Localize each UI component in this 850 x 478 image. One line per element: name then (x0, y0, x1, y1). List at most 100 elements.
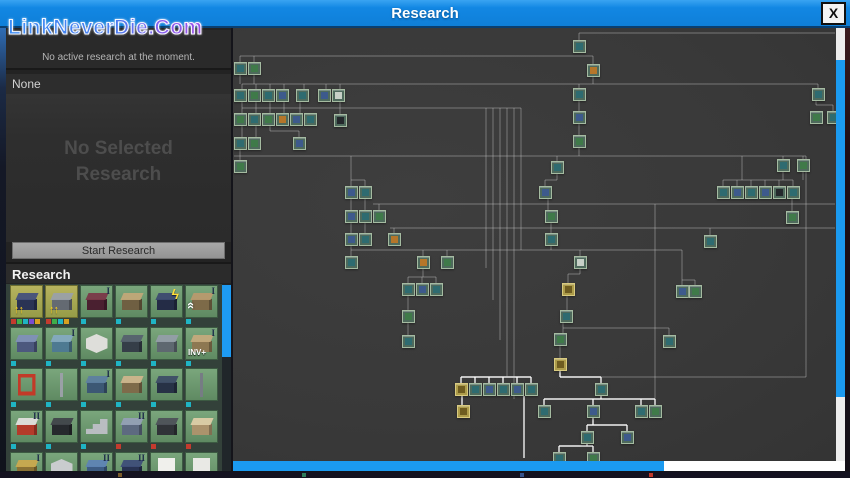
research-tile[interactable] (80, 410, 113, 443)
tech-node[interactable] (345, 210, 358, 223)
tech-node[interactable] (455, 383, 468, 396)
tech-node[interactable] (402, 310, 415, 323)
research-tile[interactable]: I (80, 285, 113, 318)
tech-node[interactable] (457, 405, 470, 418)
tech-node[interactable] (587, 64, 600, 77)
tech-node[interactable] (345, 256, 358, 269)
research-tile[interactable]: I (45, 327, 78, 360)
tech-node[interactable] (525, 383, 538, 396)
tech-node[interactable] (296, 89, 309, 102)
tree-vertical-scroll-thumb[interactable] (836, 60, 845, 397)
research-tile[interactable] (45, 368, 78, 401)
research-grid-scroll-thumb[interactable] (222, 285, 231, 357)
tech-node[interactable] (689, 285, 702, 298)
tech-node[interactable] (469, 383, 482, 396)
start-research-button[interactable]: Start Research (12, 242, 225, 259)
tech-node[interactable] (560, 310, 573, 323)
tech-node[interactable] (483, 383, 496, 396)
tech-node[interactable] (248, 89, 261, 102)
tech-node[interactable] (318, 89, 331, 102)
tech-node[interactable] (359, 233, 372, 246)
tech-node[interactable] (262, 113, 275, 126)
tech-node[interactable] (402, 335, 415, 348)
tech-node[interactable] (573, 135, 586, 148)
tech-node[interactable] (562, 283, 575, 296)
tree-vertical-scrollbar[interactable] (836, 28, 845, 461)
tech-node[interactable] (234, 89, 247, 102)
tech-tree-panel[interactable] (233, 28, 836, 461)
research-tile[interactable]: IINV+ (185, 327, 218, 360)
research-tile[interactable]: I (80, 368, 113, 401)
research-grid-scrollbar[interactable] (222, 284, 231, 471)
tech-node[interactable] (402, 283, 415, 296)
tech-node[interactable] (248, 113, 261, 126)
research-tile[interactable] (150, 327, 183, 360)
tech-node[interactable] (359, 210, 372, 223)
tech-node[interactable] (595, 383, 608, 396)
tech-node[interactable] (545, 210, 558, 223)
tech-node[interactable] (573, 40, 586, 53)
tech-node[interactable] (554, 333, 567, 346)
tech-node[interactable] (345, 186, 358, 199)
research-tile[interactable]: I (10, 452, 43, 471)
tech-node[interactable] (539, 186, 552, 199)
research-tile[interactable]: II (115, 452, 148, 471)
tech-node[interactable] (635, 405, 648, 418)
research-tile[interactable]: ↑↑ (10, 285, 43, 318)
research-tile[interactable] (45, 452, 78, 471)
tech-node[interactable] (497, 383, 510, 396)
research-tile[interactable]: I« (185, 285, 218, 318)
tech-node[interactable] (717, 186, 730, 199)
tech-node[interactable] (553, 452, 566, 461)
tech-node[interactable] (573, 111, 586, 124)
tech-node[interactable] (304, 113, 317, 126)
tech-node[interactable] (704, 235, 717, 248)
tech-node[interactable] (587, 405, 600, 418)
tech-node[interactable] (810, 111, 823, 124)
tech-node[interactable] (276, 113, 289, 126)
tech-node[interactable] (773, 186, 786, 199)
tech-node[interactable] (430, 283, 443, 296)
tech-node[interactable] (676, 285, 689, 298)
tech-node[interactable] (293, 137, 306, 150)
tech-node[interactable] (441, 256, 454, 269)
tech-node[interactable] (276, 89, 289, 102)
tech-node[interactable] (812, 88, 825, 101)
tech-node[interactable] (373, 210, 386, 223)
tech-node[interactable] (388, 233, 401, 246)
tech-node[interactable] (621, 431, 634, 444)
tech-node[interactable] (587, 452, 600, 461)
tech-node[interactable] (359, 186, 372, 199)
tech-node[interactable] (554, 358, 567, 371)
tech-node[interactable] (417, 256, 430, 269)
research-tile[interactable] (115, 327, 148, 360)
tech-node[interactable] (332, 89, 345, 102)
research-tile[interactable] (185, 410, 218, 443)
research-tile[interactable] (115, 285, 148, 318)
tech-node[interactable] (538, 405, 551, 418)
tech-node[interactable] (416, 283, 429, 296)
research-tile[interactable]: II (115, 410, 148, 443)
research-tile[interactable] (185, 452, 218, 471)
tech-node[interactable] (663, 335, 676, 348)
research-tile[interactable] (80, 327, 113, 360)
tech-node[interactable] (786, 211, 799, 224)
tech-node[interactable] (777, 159, 790, 172)
research-tile[interactable] (150, 410, 183, 443)
tech-node[interactable] (573, 88, 586, 101)
tree-horizontal-scroll-thumb[interactable] (233, 461, 664, 471)
tech-node[interactable] (290, 113, 303, 126)
tech-node[interactable] (234, 137, 247, 150)
research-tile[interactable] (45, 410, 78, 443)
tech-node[interactable] (345, 233, 358, 246)
tech-node[interactable] (731, 186, 744, 199)
tech-node[interactable] (234, 160, 247, 173)
research-tile[interactable] (10, 368, 43, 401)
tech-node[interactable] (649, 405, 662, 418)
tree-horizontal-scrollbar[interactable] (233, 461, 845, 471)
research-tile[interactable]: II (10, 410, 43, 443)
research-tile[interactable] (115, 368, 148, 401)
tech-node[interactable] (334, 114, 347, 127)
research-tile[interactable]: II (80, 452, 113, 471)
research-tile[interactable] (10, 327, 43, 360)
